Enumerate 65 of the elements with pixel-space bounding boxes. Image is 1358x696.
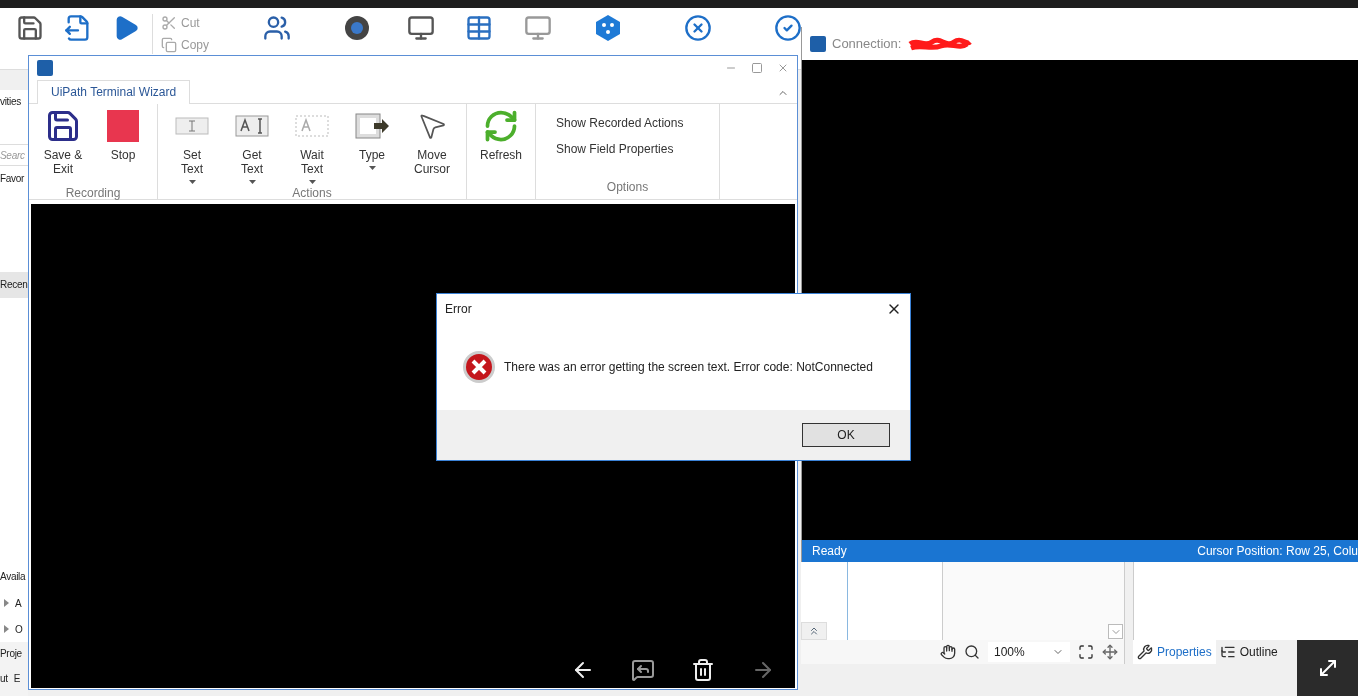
refresh-icon — [483, 108, 519, 144]
group-label: Actions — [291, 185, 333, 202]
section-header[interactable]: Favor — [0, 166, 28, 192]
option-button[interactable]: Show Recorded Actions — [556, 114, 699, 132]
ribbon-button[interactable]: Move Cursor — [404, 108, 460, 184]
panel-tab[interactable]: E — [13, 670, 21, 686]
zoom-value: 100% — [994, 644, 1025, 661]
save-icon[interactable] — [16, 14, 44, 42]
cursor-position-text: Cursor Position: Row 25, Colu — [1197, 543, 1358, 560]
monitor-icon[interactable] — [407, 14, 435, 42]
expand-button[interactable] — [1297, 640, 1358, 696]
stop-icon — [107, 110, 139, 142]
ok-button[interactable]: OK — [802, 423, 890, 447]
outline-icon — [1219, 644, 1236, 660]
trash-icon[interactable] — [691, 658, 715, 682]
tree-item[interactable]: O — [15, 621, 23, 637]
table-icon[interactable] — [465, 14, 493, 42]
group-label: Options — [605, 179, 650, 196]
expand-triangle-icon[interactable] — [4, 625, 9, 633]
ribbon-button[interactable]: Wait Text — [284, 108, 340, 184]
remove-icon[interactable] — [684, 14, 712, 42]
status-text: Ready — [812, 543, 847, 560]
copy-icon — [161, 37, 177, 53]
scissors-icon — [161, 15, 177, 31]
error-message: There was an error getting the screen text. Error code: NotConnected — [504, 359, 873, 376]
section-header[interactable]: Availa — [0, 564, 28, 590]
comment-icon[interactable] — [631, 658, 655, 682]
panel-tab[interactable]: Outline — [1215, 640, 1282, 664]
ribbon-tab[interactable]: UiPath Terminal Wizard — [37, 80, 191, 104]
tree-item[interactable]: A — [15, 595, 22, 611]
app-logo-icon — [37, 60, 53, 76]
ribbon-button[interactable]: Get Text — [224, 108, 280, 184]
fit-screen-icon[interactable] — [1078, 644, 1094, 660]
group-label: Recording — [64, 185, 122, 202]
save-as-icon[interactable] — [64, 14, 92, 42]
hexagon-icon[interactable] — [594, 14, 622, 42]
maximize-icon[interactable] — [751, 62, 763, 74]
panel-title: vities — [0, 95, 22, 109]
section-header[interactable]: Recen — [0, 272, 28, 298]
ribbon-button[interactable]: Set Text — [164, 108, 220, 184]
save-icon — [45, 108, 81, 144]
error-icon — [462, 350, 496, 384]
search-icon[interactable] — [964, 644, 980, 660]
ribbon-button[interactable]: Refresh — [473, 108, 529, 199]
panel-tab[interactable]: Properties — [1133, 640, 1216, 664]
hand-icon[interactable] — [940, 644, 956, 660]
app-logo-icon — [810, 35, 826, 52]
wrench-icon — [1137, 644, 1153, 660]
key-arrow-icon — [354, 110, 390, 142]
panel-tab[interactable]: ut — [0, 670, 8, 686]
expand-triangle-icon[interactable] — [4, 599, 9, 607]
option-button[interactable]: Show Field Properties — [556, 140, 699, 158]
window-title: Connection: — [832, 34, 902, 53]
check-icon[interactable] — [774, 14, 802, 42]
double-chevron-icon — [808, 625, 820, 637]
ribbon-button[interactable]: Type — [344, 108, 400, 184]
dialog-title: Error — [445, 301, 472, 318]
record-icon[interactable] — [343, 14, 371, 42]
move-arrows-icon[interactable] — [1102, 644, 1118, 660]
redaction-mark — [907, 35, 974, 52]
zoom-select[interactable]: 100% — [988, 642, 1070, 662]
panel-tab[interactable]: Proje — [0, 642, 28, 666]
ribbon-button[interactable]: Save & Exit — [35, 108, 91, 184]
people-icon[interactable] — [263, 14, 291, 42]
ribbon-button[interactable]: Stop — [95, 108, 151, 184]
